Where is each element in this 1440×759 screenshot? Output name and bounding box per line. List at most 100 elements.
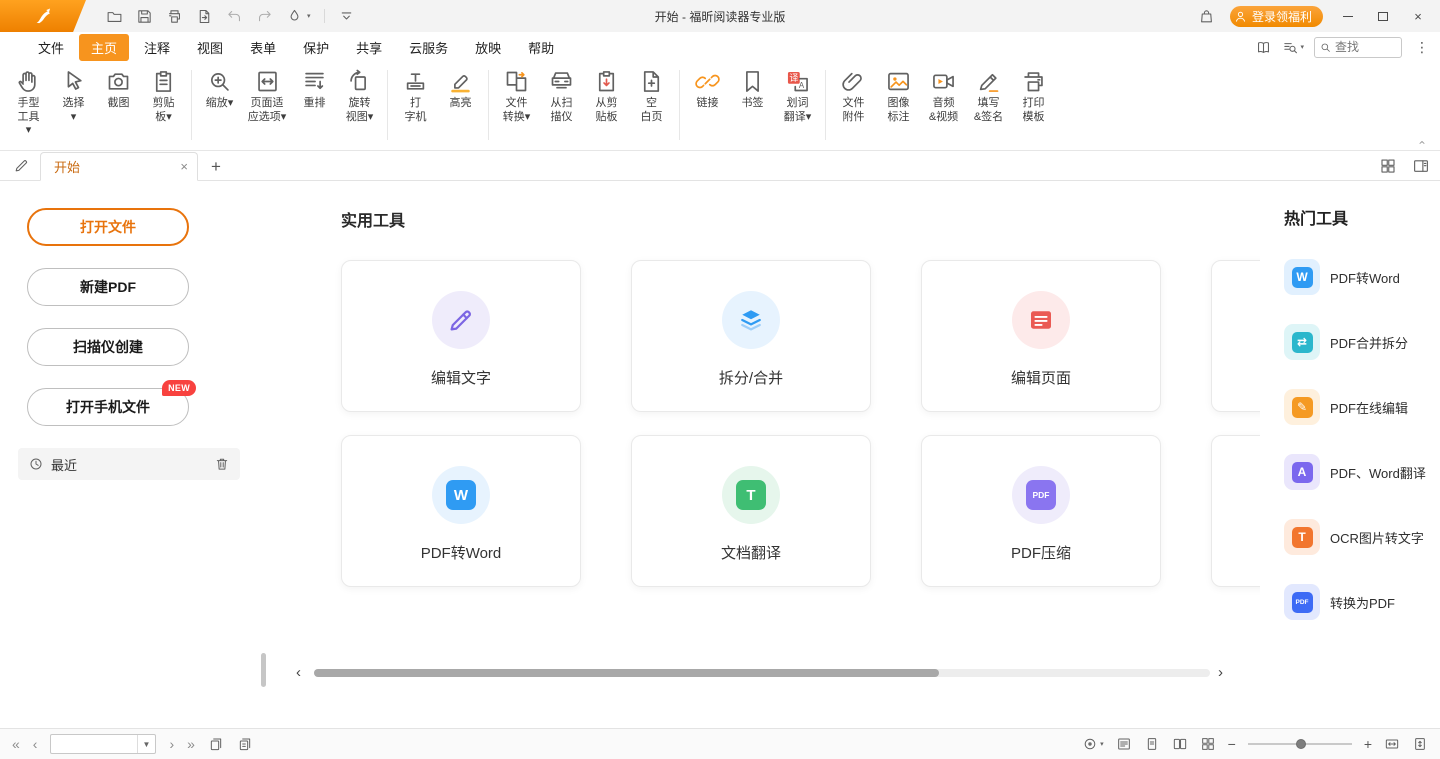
open-file-button[interactable]: 打开文件 — [27, 208, 189, 246]
tool-pdf-merge-split[interactable]: ⇄ PDF合并拆分 — [1284, 324, 1440, 360]
menu-help[interactable]: 帮助 — [516, 34, 566, 61]
menu-present[interactable]: 放映 — [463, 34, 513, 61]
export-icon[interactable] — [196, 8, 213, 25]
prev-page-icon[interactable]: ‹ — [33, 737, 38, 751]
card-partial[interactable] — [1211, 260, 1260, 412]
tool-pdf-online-edit[interactable]: ✎ PDF在线编辑 — [1284, 389, 1440, 425]
app-logo[interactable] — [0, 0, 86, 32]
redo-icon[interactable] — [256, 8, 273, 25]
ribbon-reflow[interactable]: 重排 — [292, 67, 337, 111]
facing-pages-icon[interactable] — [1172, 736, 1188, 752]
ribbon-page-fit-options[interactable]: 页面适 应选项▾ — [242, 67, 292, 124]
ribbon-link[interactable]: 链接 — [685, 67, 730, 111]
first-page-icon[interactable]: « — [12, 737, 20, 751]
print-icon[interactable] — [166, 8, 183, 25]
close-button[interactable]: × — [1408, 6, 1428, 26]
tool-ocr-image-to-text[interactable]: T OCR图片转文字 — [1284, 519, 1440, 555]
search-input[interactable] — [1335, 40, 1393, 54]
card-edit-pages[interactable]: 编辑页面 — [921, 260, 1161, 412]
card-pdf-to-word[interactable]: W PDF转Word — [341, 435, 581, 587]
find-options-dropdown-icon[interactable]: ▾ — [1300, 43, 1304, 51]
ribbon-from-scanner[interactable]: 从扫 描仪 — [539, 67, 584, 124]
single-page-icon[interactable] — [1144, 736, 1160, 752]
open-file-icon[interactable] — [106, 8, 123, 25]
tool-convert-to-pdf[interactable]: PDF 转换为PDF — [1284, 584, 1440, 620]
login-button[interactable]: 登录领福利 — [1230, 6, 1323, 27]
ribbon-word-translate[interactable]: 译A 划词 翻译▾ — [775, 67, 820, 124]
zoom-slider[interactable] — [1248, 738, 1352, 750]
zoom-in-icon[interactable]: + — [1364, 737, 1372, 751]
ink-tool-icon[interactable] — [286, 8, 303, 25]
fit-width-icon[interactable] — [1384, 736, 1400, 752]
new-pdf-button[interactable]: 新建PDF — [27, 268, 189, 306]
card-edit-text[interactable]: 编辑文字 — [341, 260, 581, 412]
page-thumbnail-icon[interactable] — [208, 736, 224, 752]
collapse-ribbon-icon[interactable] — [1414, 135, 1430, 149]
ribbon-print-template[interactable]: 打印 模板 — [1011, 67, 1056, 124]
next-page-icon[interactable]: › — [169, 737, 174, 751]
quad-pages-icon[interactable] — [1200, 736, 1216, 752]
menu-home[interactable]: 主页 — [79, 34, 129, 61]
tool-pdf-to-word[interactable]: W PDF转Word — [1284, 259, 1440, 295]
view-mode-selector[interactable]: ▾ — [1082, 736, 1104, 752]
ribbon-from-clipboard[interactable]: 从剪 贴板 — [584, 67, 629, 124]
ribbon-clipboard[interactable]: 剪贴 板▾ — [141, 67, 186, 124]
ribbon-image-annotation[interactable]: 图像 标注 — [876, 67, 921, 124]
vertical-scrollbar-thumb[interactable] — [261, 653, 266, 687]
tool-pdf-word-translate[interactable]: A PDF、Word翻译 — [1284, 454, 1440, 490]
menu-cloud[interactable]: 云服务 — [397, 34, 460, 61]
scroll-left-icon[interactable]: ‹ — [296, 665, 301, 681]
horizontal-scrollbar[interactable] — [314, 669, 1210, 677]
menu-file[interactable]: 文件 — [26, 34, 76, 61]
ribbon-bookmark[interactable]: 书签 — [730, 67, 775, 111]
ribbon-file-convert[interactable]: 文件 转换▾ — [494, 67, 539, 124]
recent-files-item[interactable]: 最近 — [18, 448, 240, 480]
page-copy-icon[interactable] — [237, 736, 253, 752]
card-split-merge[interactable]: 拆分/合并 — [631, 260, 871, 412]
open-mobile-file-button[interactable]: 打开手机文件 NEW — [27, 388, 189, 426]
ink-tool-dropdown-icon[interactable]: ▾ — [307, 12, 311, 20]
search-box[interactable] — [1314, 37, 1402, 58]
ribbon-fill-sign[interactable]: 填写 &签名 — [966, 67, 1011, 124]
read-mode-icon[interactable] — [1255, 39, 1272, 56]
tab-grid-view-icon[interactable] — [1379, 157, 1397, 175]
annotate-pencil-icon[interactable] — [13, 157, 30, 174]
new-tab-button[interactable]: + — [211, 158, 221, 175]
ribbon-rotate-view[interactable]: 旋转 视图▾ — [337, 67, 382, 124]
menu-comment[interactable]: 注释 — [132, 34, 182, 61]
tab-close-icon[interactable]: × — [180, 159, 188, 174]
page-number-combobox[interactable]: ▼ — [50, 734, 156, 754]
page-dropdown-icon[interactable]: ▼ — [137, 735, 156, 753]
ribbon-hand-tool[interactable]: 手型 工具 ▾ — [6, 67, 51, 138]
ribbon-typewriter[interactable]: 打 字机 — [393, 67, 438, 124]
menu-view[interactable]: 视图 — [185, 34, 235, 61]
clear-recent-icon[interactable] — [214, 456, 230, 472]
card-pdf-compress[interactable]: PDF PDF压缩 — [921, 435, 1161, 587]
zoom-out-icon[interactable]: − — [1228, 737, 1236, 751]
tab-start[interactable]: 开始 × — [40, 152, 198, 181]
last-page-icon[interactable]: » — [187, 737, 195, 751]
ribbon-blank-page[interactable]: 空 白页 — [629, 67, 674, 124]
ribbon-file-attachment[interactable]: 文件 附件 — [831, 67, 876, 124]
side-panel-toggle-icon[interactable] — [1412, 157, 1430, 175]
horizontal-scrollbar-thumb[interactable] — [314, 669, 939, 677]
find-options-icon[interactable] — [1282, 39, 1299, 56]
ribbon-audio-video[interactable]: 音频 &视频 — [921, 67, 966, 124]
reading-list-icon[interactable] — [1116, 736, 1132, 752]
maximize-button[interactable] — [1373, 6, 1393, 26]
scanner-create-button[interactable]: 扫描仪创建 — [27, 328, 189, 366]
more-options-icon[interactable]: ⋮ — [1412, 39, 1432, 56]
undo-icon[interactable] — [226, 8, 243, 25]
card-partial[interactable] — [1211, 435, 1260, 587]
save-icon[interactable] — [136, 8, 153, 25]
fit-page-icon[interactable] — [1412, 736, 1428, 752]
minimize-button[interactable] — [1338, 6, 1358, 26]
menu-protect[interactable]: 保护 — [291, 34, 341, 61]
menu-share[interactable]: 共享 — [344, 34, 394, 61]
scroll-right-icon[interactable]: › — [1218, 665, 1223, 681]
store-icon[interactable] — [1198, 8, 1215, 25]
menu-form[interactable]: 表单 — [238, 34, 288, 61]
ribbon-highlight[interactable]: 高亮 — [438, 67, 483, 111]
customize-toolbar-icon[interactable] — [338, 8, 355, 25]
card-doc-translate[interactable]: T 文档翻译 — [631, 435, 871, 587]
